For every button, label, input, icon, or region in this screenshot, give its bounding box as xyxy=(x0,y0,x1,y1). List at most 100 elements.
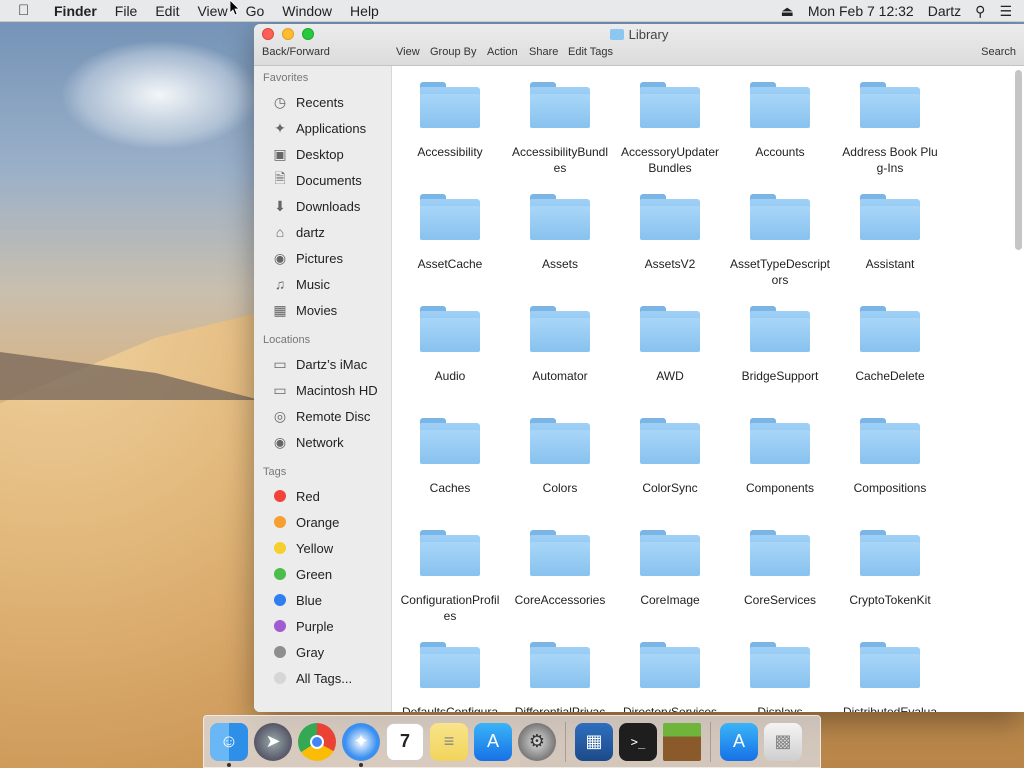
folder-item[interactable]: AssetTypeDescriptors xyxy=(725,194,835,288)
folder-item[interactable]: Compositions xyxy=(835,418,945,496)
menu-edit[interactable]: Edit xyxy=(155,3,179,19)
folder-icon xyxy=(640,418,700,464)
dock-notes-icon[interactable]: ≡ xyxy=(430,722,468,761)
scrollbar[interactable] xyxy=(1015,70,1022,250)
sidebar-item-downloads[interactable]: ⬇ Downloads xyxy=(270,195,360,217)
folder-item[interactable]: AssetsV2 xyxy=(615,194,725,272)
folder-item[interactable]: AssetCache xyxy=(395,194,505,272)
sidebar-item-music[interactable]: ♫ Music xyxy=(270,273,330,295)
folder-icon xyxy=(530,82,590,128)
sidebar-item-pictures[interactable]: ◉ Pictures xyxy=(270,247,343,269)
sidebar-item-label: Yellow xyxy=(296,540,334,556)
sidebar-item-remote-disc[interactable]: ◎ Remote Disc xyxy=(270,405,371,427)
folder-item[interactable]: Accounts xyxy=(725,82,835,160)
dock-calendar-icon[interactable]: 7 xyxy=(386,722,424,761)
folder-item[interactable]: AccessibilityBundles xyxy=(505,82,615,176)
sidebar-tag-red[interactable]: Red xyxy=(270,485,320,507)
sidebar-tag-blue[interactable]: Blue xyxy=(270,589,322,611)
folder-item[interactable]: DifferentialPrivac xyxy=(505,642,615,712)
folder-item[interactable]: CoreServices xyxy=(725,530,835,608)
group-by-button[interactable]: Group By xyxy=(430,46,476,58)
dock-trash-icon[interactable]: ▩ xyxy=(764,722,802,761)
dock-virtualbox-icon[interactable]: ▦ xyxy=(575,722,613,761)
folder-item[interactable]: ColorSync xyxy=(615,418,725,496)
sidebar-item-network[interactable]: ◉ Network xyxy=(270,431,344,453)
dock-finder-icon[interactable]: ☺ xyxy=(210,722,248,767)
sidebar-tag-orange[interactable]: Orange xyxy=(270,511,339,533)
folder-item[interactable]: Assistant xyxy=(835,194,945,272)
dock-chrome-icon[interactable] xyxy=(298,722,336,761)
notification-center-icon[interactable]: ☰ xyxy=(999,3,1012,20)
folder-item[interactable]: Assets xyxy=(505,194,615,272)
folder-item[interactable]: CryptoTokenKit xyxy=(835,530,945,608)
view-button[interactable]: View xyxy=(396,46,420,58)
mouse-cursor-icon xyxy=(230,0,240,16)
folder-item[interactable]: Audio xyxy=(395,306,505,384)
folder-label: AWD xyxy=(656,369,684,383)
action-button[interactable]: Action xyxy=(487,46,518,58)
menu-clock[interactable]: Mon Feb 7 12:32 xyxy=(808,3,914,19)
folder-item[interactable]: CoreAccessories xyxy=(505,530,615,608)
sidebar-item-movies[interactable]: ▦ Movies xyxy=(270,299,337,321)
folder-item[interactable]: ConfigurationProfiles xyxy=(395,530,505,624)
edit-tags-button[interactable]: Edit Tags xyxy=(568,46,613,58)
spotlight-icon[interactable]: ⚲ xyxy=(975,3,985,20)
dock-terminal-icon[interactable]: >_ xyxy=(619,722,657,761)
sidebar-item-home[interactable]: ⌂ dartz xyxy=(270,221,325,243)
dock-launchpad-icon[interactable]: ➤ xyxy=(254,722,292,761)
folder-item[interactable]: DefaultsConfigura xyxy=(395,642,505,712)
sidebar-tag-alltags[interactable]: All Tags... xyxy=(270,667,352,689)
sidebar-tag-green[interactable]: Green xyxy=(270,563,332,585)
desktop-icon: ▣ xyxy=(273,145,287,162)
folder-item[interactable]: AccessoryUpdaterBundles xyxy=(615,82,725,176)
folder-item[interactable]: BridgeSupport xyxy=(725,306,835,384)
menu-view[interactable]: View xyxy=(197,3,227,19)
share-button[interactable]: Share xyxy=(529,46,558,58)
finder-window: Library Back/Forward View Group By Actio… xyxy=(254,24,1024,712)
folder-item[interactable]: Components xyxy=(725,418,835,496)
sidebar-tag-yellow[interactable]: Yellow xyxy=(270,537,333,559)
dock-safari-icon[interactable]: ✦ xyxy=(342,722,380,767)
sidebar-item-documents[interactable]: 🗎 Documents xyxy=(270,169,361,191)
folder-item[interactable]: Address Book Plug-Ins xyxy=(835,82,945,176)
menu-file[interactable]: File xyxy=(115,3,138,19)
folder-item[interactable]: Accessibility xyxy=(395,82,505,160)
menu-help[interactable]: Help xyxy=(350,3,379,19)
sidebar-item-imac[interactable]: ▭ Dartz’s iMac xyxy=(270,353,367,375)
folder-label: DifferentialPrivac xyxy=(514,705,606,712)
dock-system-preferences-icon[interactable]: ⚙ xyxy=(518,722,556,761)
folder-item[interactable]: Colors xyxy=(505,418,615,496)
folder-item[interactable]: Displays xyxy=(725,642,835,712)
dock-downloads-stack-icon[interactable]: A xyxy=(720,722,758,761)
sidebar-tag-purple[interactable]: Purple xyxy=(270,615,334,637)
folder-item[interactable]: Caches xyxy=(395,418,505,496)
search-button[interactable]: Search xyxy=(981,46,1016,58)
eject-icon[interactable]: ⏏ xyxy=(781,3,794,20)
back-forward-button[interactable]: Back/Forward xyxy=(262,46,330,58)
menu-user[interactable]: Dartz xyxy=(928,3,961,19)
apple-menu-icon[interactable]:  xyxy=(18,2,38,19)
sidebar-item-applications[interactable]: ✦ Applications xyxy=(270,117,366,139)
folder-item[interactable]: DirectoryServices xyxy=(615,642,725,712)
tag-color-dot-icon xyxy=(270,514,290,530)
sidebar-item-desktop[interactable]: ▣ Desktop xyxy=(270,143,343,165)
folder-label: DistributedEvalua xyxy=(842,705,938,712)
folder-item[interactable]: AWD xyxy=(615,306,725,384)
camera-icon: ◉ xyxy=(273,249,287,266)
dock-app-store-icon[interactable]: A xyxy=(474,722,512,761)
sidebar-item-recents[interactable]: ◷ Recents xyxy=(270,91,344,113)
dock-minecraft-icon[interactable] xyxy=(663,722,701,761)
folder-label: AssetCache xyxy=(417,257,483,271)
folder-item[interactable]: CacheDelete xyxy=(835,306,945,384)
folder-label: CacheDelete xyxy=(855,369,925,383)
dock-separator xyxy=(565,721,566,762)
folder-item[interactable]: CoreImage xyxy=(615,530,725,608)
folder-item[interactable]: DistributedEvalua xyxy=(835,642,945,712)
sidebar: Favorites ◷ Recents ✦ Applications ▣ Deskto… xyxy=(254,66,392,712)
sidebar-item-macintosh-hd[interactable]: ▭ Macintosh HD xyxy=(270,379,377,401)
menu-window[interactable]: Window xyxy=(282,3,332,19)
folder-item[interactable]: Automator xyxy=(505,306,615,384)
menu-app-name[interactable]: Finder xyxy=(54,3,97,19)
sidebar-tag-gray[interactable]: Gray xyxy=(270,641,324,663)
menu-go[interactable]: Go xyxy=(246,3,265,19)
